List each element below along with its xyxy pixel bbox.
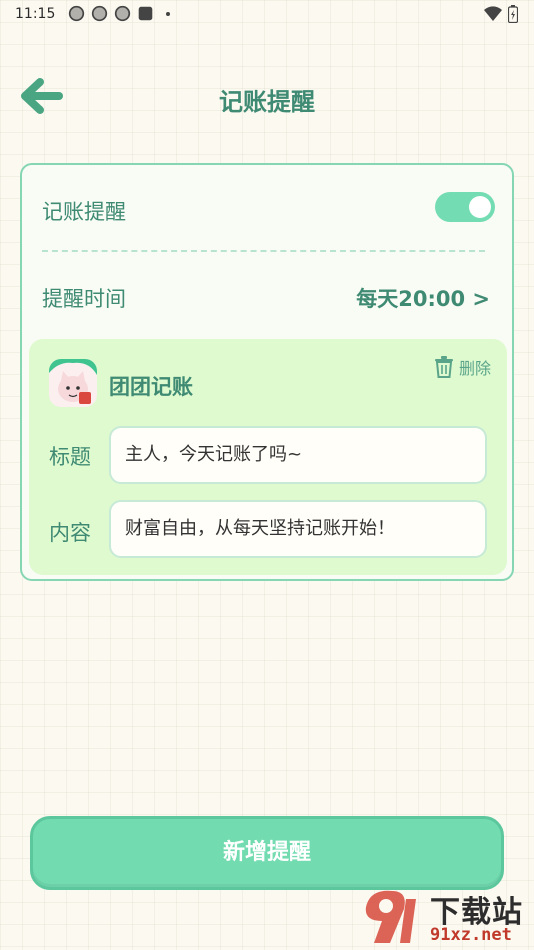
reminder-label: 记账提醒 [42,200,126,224]
content-input[interactable]: 财富自由，从每天坚持记账开始！ [109,500,487,558]
square-icon [138,6,153,21]
status-system-icons [484,5,518,23]
wifi-icon [484,6,502,22]
app-icon [49,359,97,407]
page-title: 记账提醒 [219,88,315,116]
delete-button[interactable]: 删除 [434,355,491,379]
divider [42,250,485,252]
toggle-knob [469,196,491,218]
watermark-en: 91xz.net [430,925,512,945]
pinwheel-icon [91,5,108,22]
title-input[interactable]: 主人，今天记账了吗~ [109,426,487,484]
reminder-card: 记账提醒 提醒时间 每天20:00 > 团团记账 删除 标题 主人，今天记账了吗… [20,163,514,581]
watermark-logo-icon [365,890,416,943]
reminder-toggle[interactable] [435,192,495,222]
dot-icon [166,11,170,16]
pinwheel-icon [68,5,85,22]
content-label: 内容 [49,521,91,545]
time-label: 提醒时间 [42,287,126,311]
battery-icon [508,5,518,23]
status-time: 11:15 [15,6,56,22]
add-reminder-button[interactable]: 新增提醒 [30,816,504,890]
notification-preview: 团团记账 删除 标题 主人，今天记账了吗~ 内容 财富自由，从每天坚持记账开始！ [29,339,507,575]
title-label: 标题 [49,445,91,469]
status-bar: 11:15 [0,0,534,30]
pinwheel-icon [114,5,131,22]
status-notification-icons [68,5,170,22]
trash-icon [434,356,453,378]
watermark: 下载站 91xz.net [360,885,530,945]
app-name: 团团记账 [109,375,193,399]
delete-label: 删除 [458,359,491,378]
time-value[interactable]: 每天20:00 > [356,283,490,313]
